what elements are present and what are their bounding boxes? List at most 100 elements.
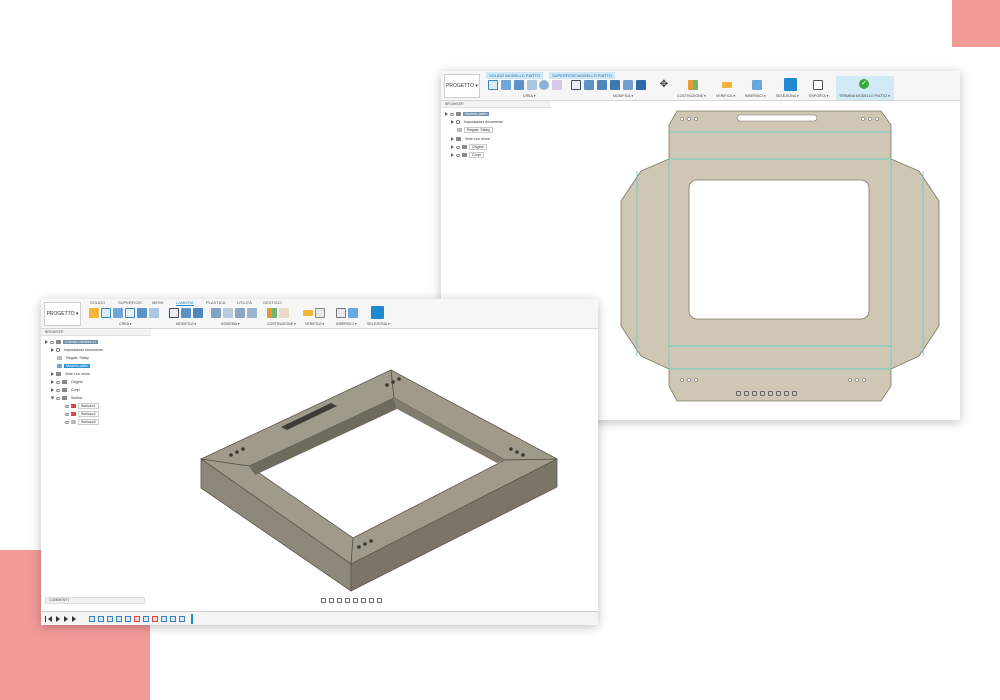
tab-surface[interactable]: SUPERFICIE (118, 300, 142, 305)
display-settings-icon[interactable] (776, 391, 781, 396)
timeline-feature-icon[interactable] (134, 616, 140, 622)
group-construction[interactable]: COSTRUZIONE ▾ (677, 94, 706, 98)
flange-icon[interactable] (113, 308, 123, 318)
insert-derive-icon[interactable] (336, 308, 346, 318)
measure-icon[interactable] (303, 310, 313, 316)
group-select[interactable]: SELEZIONA ▾ (776, 94, 799, 98)
grid-settings-icon[interactable] (784, 391, 789, 396)
select-icon[interactable] (371, 306, 384, 319)
timeline-play-button[interactable] (56, 616, 60, 622)
fit-icon[interactable] (768, 391, 773, 396)
timeline-feature-icon[interactable] (89, 616, 95, 622)
new-component-icon[interactable] (211, 308, 221, 318)
timeline-feature-icon[interactable] (107, 616, 113, 622)
timeline-feature-icon[interactable] (116, 616, 122, 622)
viewport-settings-icon[interactable] (792, 391, 797, 396)
press-pull-icon[interactable] (571, 80, 581, 90)
project-menu-button[interactable]: PROGETTO ▾ (44, 302, 81, 326)
orbit-icon[interactable] (321, 598, 326, 603)
press-pull-icon[interactable] (169, 308, 179, 318)
tab-sheet-metal[interactable]: LAMIERA (176, 300, 194, 306)
fillet-icon[interactable] (181, 308, 191, 318)
combine-icon[interactable] (623, 80, 633, 90)
measure-icon[interactable] (722, 82, 732, 88)
form-icon[interactable] (552, 80, 562, 90)
group-inspect[interactable]: VERIFICA ▾ (716, 94, 735, 98)
pan-icon[interactable] (337, 598, 342, 603)
group-create[interactable]: CREA ▾ (119, 322, 132, 326)
tab-plastic[interactable]: PLASTICA (206, 300, 225, 305)
bend-icon[interactable] (137, 308, 147, 318)
sheet-metal-rules-icon[interactable] (89, 308, 99, 318)
timeline-feature-icon[interactable] (152, 616, 158, 622)
look-at-icon[interactable] (744, 391, 749, 396)
timeline-feature-icon[interactable] (125, 616, 131, 622)
create-sketch-icon[interactable] (101, 308, 111, 318)
timeline-back-button[interactable] (48, 616, 52, 622)
extrude-icon[interactable] (501, 80, 511, 90)
contour-flange-icon[interactable] (125, 308, 135, 318)
tab-manage[interactable]: GESTISCI (263, 300, 282, 305)
viewport-settings-icon[interactable] (377, 598, 382, 603)
tab-solid-flat[interactable]: SOLIDO MODELLO PIATTO (486, 72, 543, 79)
grid-settings-icon[interactable] (369, 598, 374, 603)
insert-image-icon[interactable] (752, 80, 762, 90)
orbit-icon[interactable] (736, 391, 741, 396)
group-modify[interactable]: MODIFICA ▾ (613, 94, 633, 98)
move-icon[interactable]: ✥ (659, 80, 669, 90)
timeline-start-button[interactable] (45, 616, 46, 622)
timeline-feature-icon[interactable] (179, 616, 185, 622)
display-settings-icon[interactable] (361, 598, 366, 603)
shell-icon[interactable] (610, 80, 620, 90)
rigid-group-icon[interactable] (235, 308, 245, 318)
construction-plane-icon[interactable] (688, 80, 698, 90)
group-finish-flat-pattern[interactable]: TERMINA MODELLO PIATTO ▾ (839, 94, 890, 98)
finish-check-icon[interactable]: ✓ (859, 79, 869, 89)
zoom-icon[interactable] (345, 598, 350, 603)
insert-image-icon[interactable] (348, 308, 358, 318)
unfold-icon[interactable] (149, 308, 159, 318)
timeline-marker[interactable] (191, 614, 193, 624)
pan-icon[interactable] (752, 391, 757, 396)
tab-mesh[interactable]: MESH (152, 300, 164, 305)
interference-icon[interactable] (315, 308, 325, 318)
comments-panel[interactable]: COMMENTI (45, 597, 145, 604)
group-export[interactable]: ESPORTA ▾ (809, 94, 828, 98)
export-dxf-icon[interactable] (813, 80, 823, 90)
revolve-icon[interactable] (514, 80, 524, 90)
group-select[interactable]: SELEZIONA ▾ (367, 322, 390, 326)
joint-icon[interactable] (223, 308, 233, 318)
group-inspect[interactable]: VERIFICA ▾ (305, 322, 324, 326)
fit-icon[interactable] (353, 598, 358, 603)
timeline-forward-button[interactable] (64, 616, 68, 622)
box-icon[interactable] (527, 80, 537, 90)
axis-icon[interactable] (279, 308, 289, 318)
look-at-icon[interactable] (329, 598, 334, 603)
scale-icon[interactable] (636, 80, 646, 90)
timeline-end-button[interactable] (72, 616, 76, 622)
timeline-feature-icon[interactable] (170, 616, 176, 622)
group-construction[interactable]: COSTRUZIONE ▾ (267, 322, 296, 326)
tab-surface-flat[interactable]: SUPERFICIE MODELLO PIATTO (549, 72, 615, 79)
select-icon[interactable] (784, 78, 797, 91)
create-sketch-icon[interactable] (488, 80, 498, 90)
zoom-icon[interactable] (760, 391, 765, 396)
group-create[interactable]: CREA ▾ (523, 94, 536, 98)
chamfer-icon[interactable] (597, 80, 607, 90)
tab-utilities[interactable]: UTILITÀ (237, 300, 252, 305)
tab-solid[interactable]: SOLIDO (90, 300, 105, 305)
construction-plane-icon[interactable] (267, 308, 277, 318)
fillet-icon[interactable] (584, 80, 594, 90)
project-menu-button[interactable]: PROGETTO ▾ (444, 74, 480, 98)
flat-pattern-icon[interactable] (193, 308, 203, 318)
timeline-feature-icon[interactable] (143, 616, 149, 622)
group-insert[interactable]: INSERISCI ▾ (745, 94, 766, 98)
group-modify[interactable]: MODIFICA ▾ (176, 322, 196, 326)
model-canvas[interactable] (41, 329, 598, 611)
group-insert[interactable]: INSERISCI ▾ (336, 322, 357, 326)
drive-joints-icon[interactable] (247, 308, 257, 318)
group-assemble[interactable]: ASSIEMA ▾ (221, 322, 240, 326)
timeline-feature-icon[interactable] (161, 616, 167, 622)
timeline-feature-icon[interactable] (98, 616, 104, 622)
hole-icon[interactable] (539, 80, 549, 90)
